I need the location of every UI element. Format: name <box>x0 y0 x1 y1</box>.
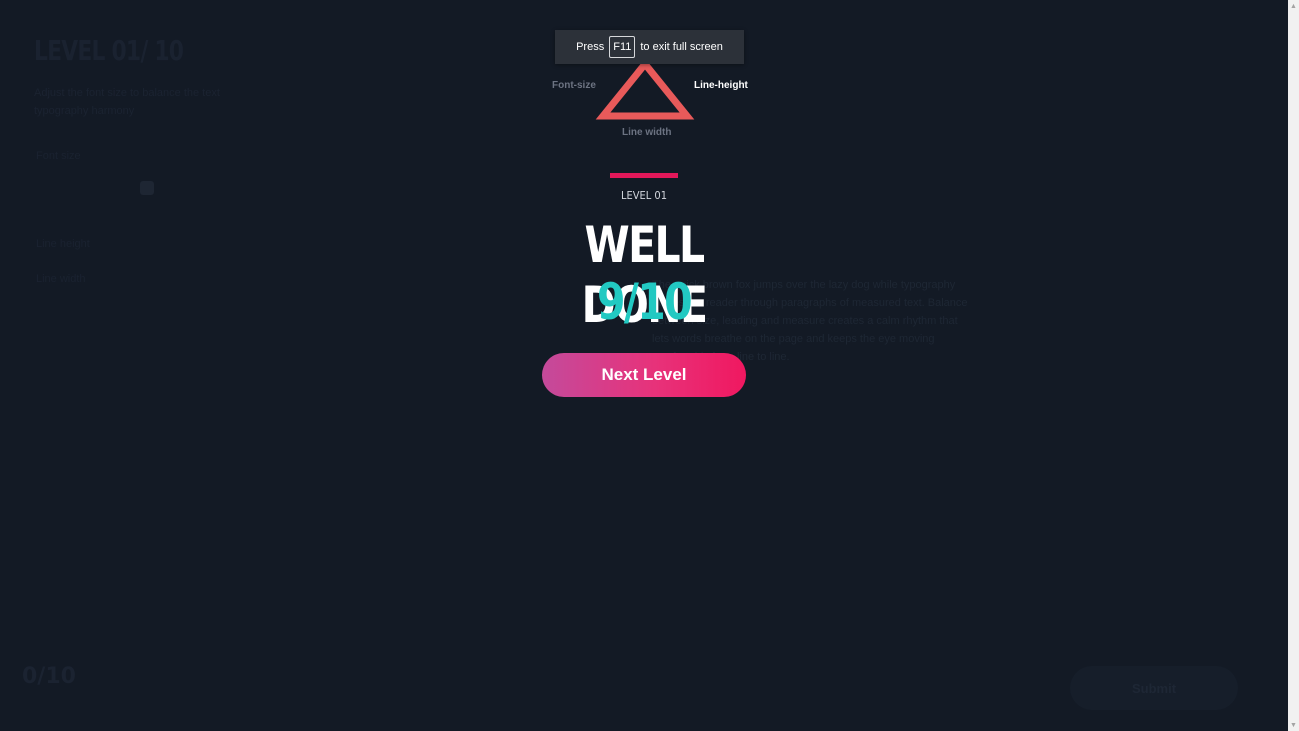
background-score: 0/10 <box>22 664 76 689</box>
vertical-scrollbar[interactable]: ▲ ▼ <box>1288 0 1299 731</box>
app-viewport: LEVEL 01/ 10 Adjust the font size to bal… <box>0 0 1288 731</box>
scroll-down-arrow-icon[interactable]: ▼ <box>1288 719 1299 731</box>
fullscreen-exit-text: to exit full screen <box>640 41 723 53</box>
background-control-line-width: Line width <box>36 273 86 285</box>
next-level-button[interactable]: Next Level <box>542 353 746 397</box>
triangle-line-width-label: Line width <box>622 127 672 138</box>
background-control-font-size: Font size <box>36 150 81 162</box>
f11-key-badge: F11 <box>609 36 636 58</box>
background-level-title: LEVEL 01/ 10 <box>34 34 184 67</box>
level-label: LEVEL 01 <box>620 189 668 202</box>
fullscreen-notice: Press F11 to exit full screen <box>555 30 744 64</box>
result-score: 9/10 <box>596 273 693 331</box>
fullscreen-press-text: Press <box>576 41 605 53</box>
background-slider-knob <box>140 181 154 195</box>
background-description: Adjust the font size to balance the text… <box>34 87 220 117</box>
triangle-font-size-label: Font-size <box>552 80 596 91</box>
accent-divider <box>610 173 678 178</box>
harmony-triangle-icon <box>595 58 695 122</box>
background-submit-button: Submit <box>1070 666 1238 710</box>
background-control-line-height: Line height <box>36 238 90 250</box>
scroll-up-arrow-icon[interactable]: ▲ <box>1288 0 1299 12</box>
triangle-line-height-label: Line-height <box>694 80 748 91</box>
